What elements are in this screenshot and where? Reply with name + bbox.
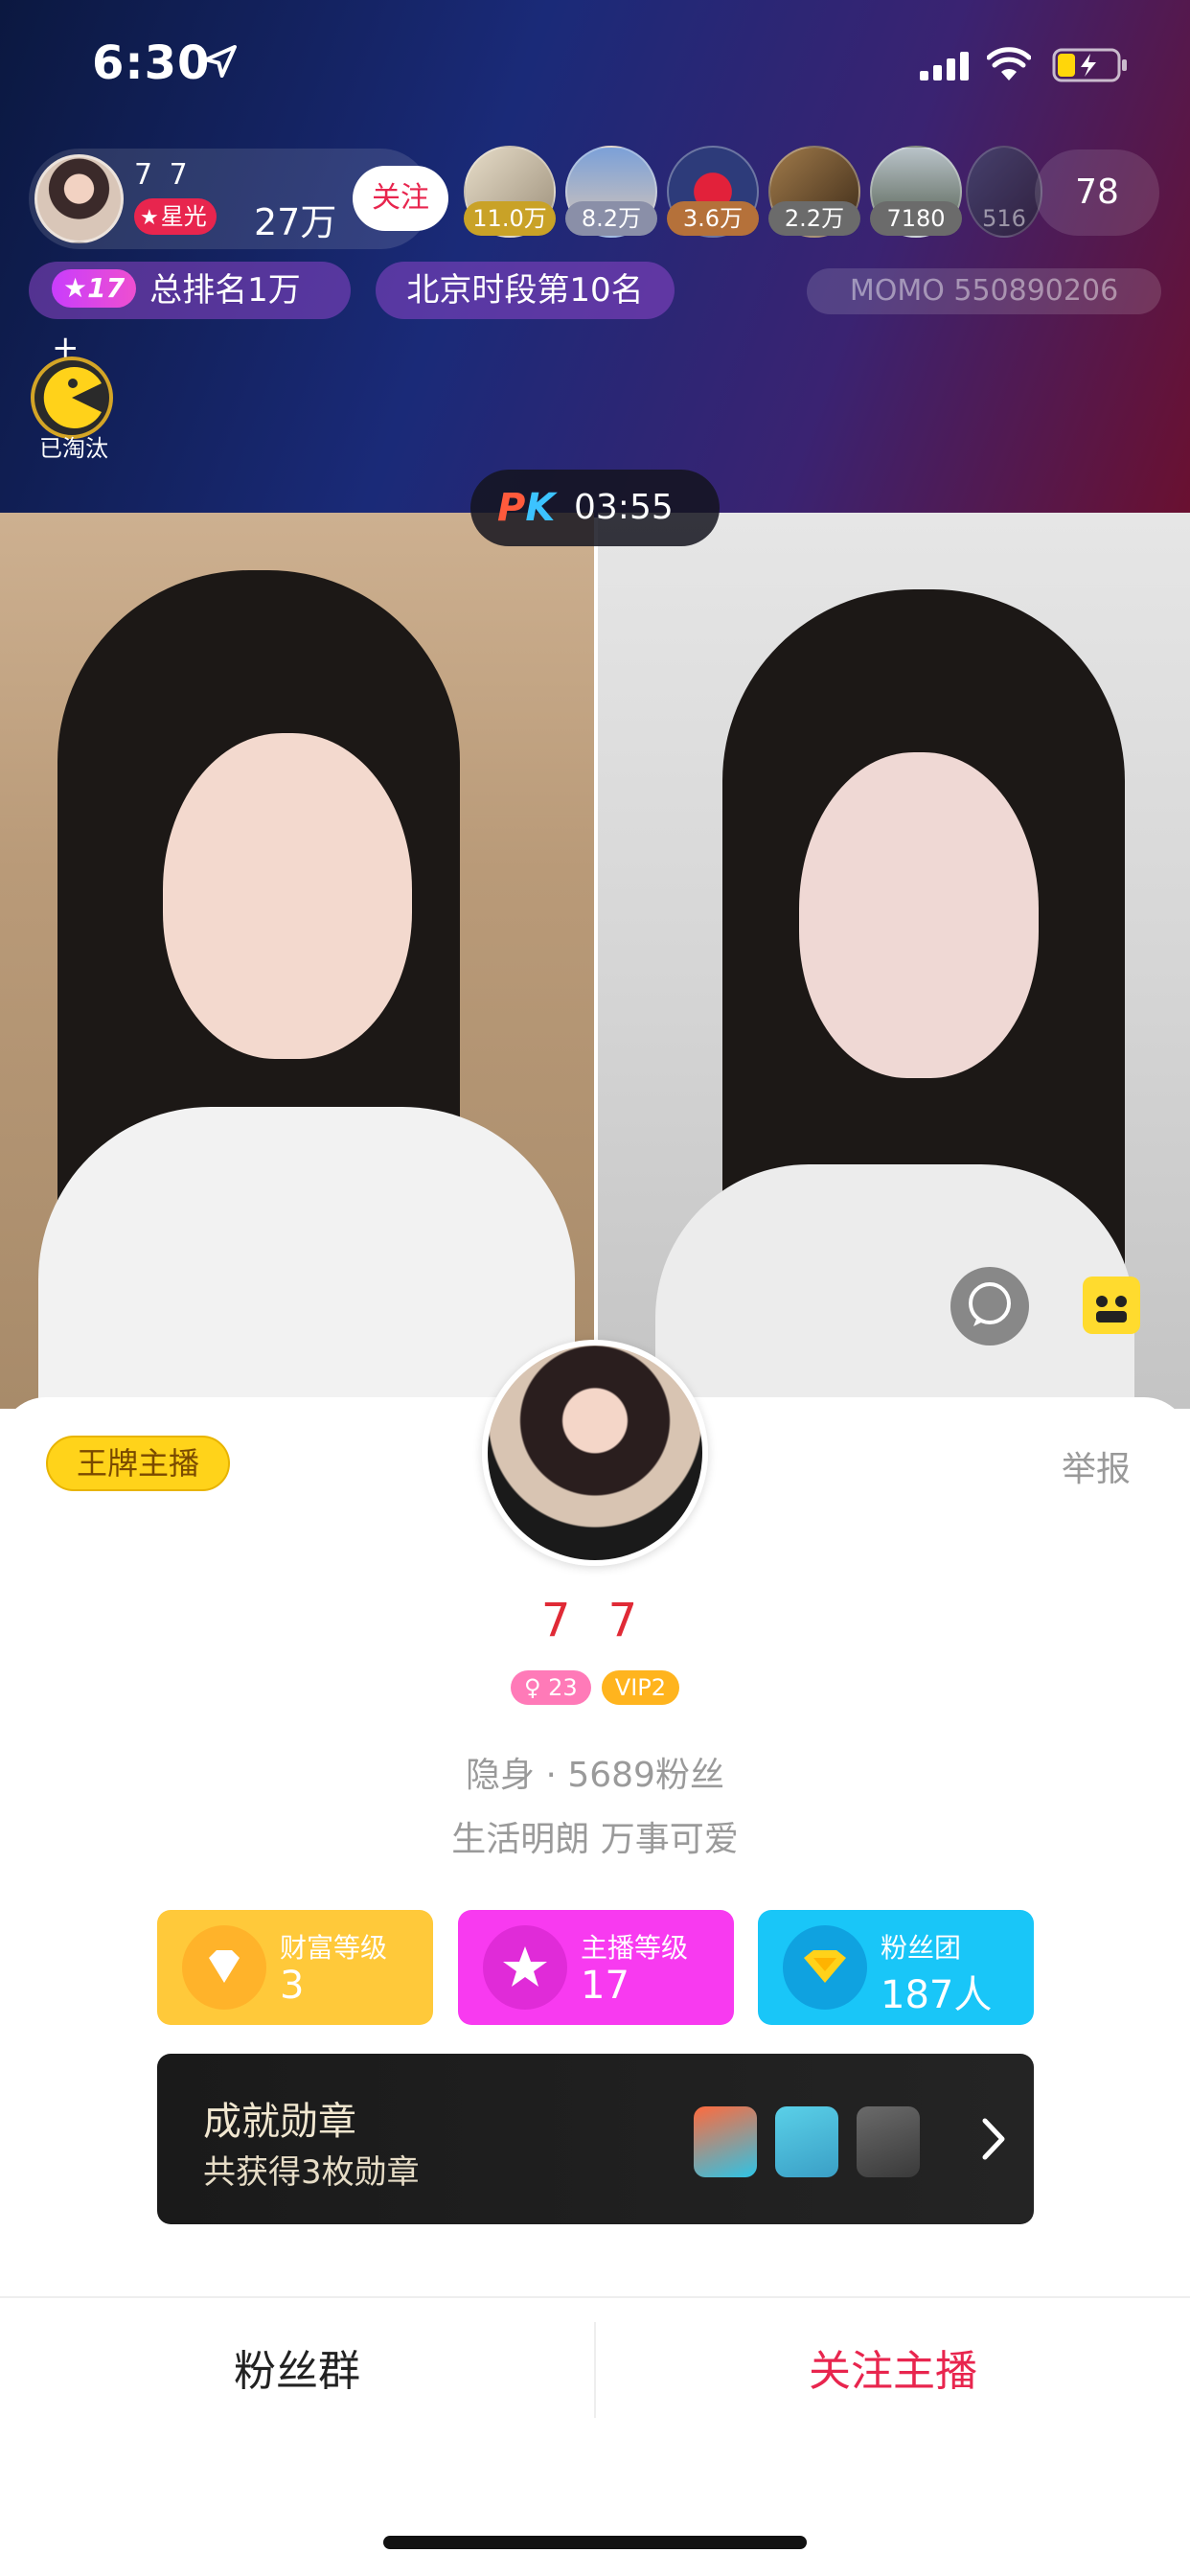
map-medal-icon [775, 2106, 838, 2177]
location-arrow-icon [204, 45, 237, 78]
rank-level: 17 [87, 272, 126, 304]
chat-bubble-icon[interactable] [950, 1267, 1029, 1346]
wifi-icon [987, 47, 1031, 80]
chevron-right-icon [982, 2118, 1005, 2160]
profile-avatar[interactable] [482, 1340, 708, 1566]
star-light-label: 星光 [160, 203, 207, 230]
eliminated-label: 已淘汰 [39, 435, 108, 462]
audience-amount: 8.2万 [565, 201, 657, 236]
host-level-card[interactable]: 主播等级 17 [458, 1910, 734, 2025]
rank-level-badge: ★17 [52, 269, 137, 308]
fan-club-value: 187人 [881, 1973, 993, 2017]
host-level-label: 主播等级 [581, 1932, 689, 1964]
fan-club-card[interactable]: 粉丝团 187人 [758, 1910, 1034, 2025]
pk-video-left[interactable] [0, 513, 594, 1409]
profile-tags: ♀ 23 VIP2 [0, 1670, 1190, 1705]
status-time: 6:30 [92, 36, 211, 90]
achievement-subtitle: 共获得3枚勋章 [203, 2153, 420, 2192]
report-link[interactable]: 举报 [1062, 1441, 1131, 1491]
star-icon [483, 1925, 567, 2010]
header-follow-button[interactable]: 关注 [353, 166, 448, 231]
anchor-name: 7 7 [134, 158, 192, 192]
location-medal-icon [694, 2106, 757, 2177]
gender-age-tag: ♀ 23 [510, 1670, 591, 1705]
home-indicator[interactable] [383, 2536, 807, 2549]
heart-gem-icon [783, 1925, 867, 2010]
profile-name: 7 7 [540, 1594, 650, 1647]
diamond-icon [182, 1925, 266, 2010]
audience-amount: 3.6万 [667, 201, 759, 236]
cellular-signal-icon [920, 52, 969, 80]
pk-timer: PK 03:55 [470, 470, 720, 546]
achievement-title: 成就勋章 [203, 2100, 356, 2144]
profile-bio: 生活明朗 万事可爱 [451, 1820, 739, 1859]
pk-logo-icon: PK [497, 486, 556, 530]
status-bar: 6:30 [0, 0, 1190, 129]
audience-amount: 516 [982, 205, 1026, 232]
age-value: 23 [548, 1674, 578, 1701]
anchor-popularity: 27万 [254, 201, 337, 243]
pk-countdown: 03:55 [574, 488, 674, 527]
anchor-card[interactable]: 7 7 ★星光 27万 关注 [29, 149, 448, 249]
vip-tag: VIP2 [601, 1670, 680, 1705]
achievement-medals-card[interactable]: 成就勋章 共获得3枚勋章 [157, 2054, 1034, 2224]
fan-club-label: 粉丝团 [881, 1932, 962, 1964]
momo-id: MOMO 550890206 [807, 268, 1161, 314]
wealth-level-value: 3 [280, 1964, 305, 2008]
profile-meta: 隐身 · 5689粉丝 [466, 1756, 724, 1795]
video-controls [891, 1265, 1140, 1361]
audience-amount: 11.0万 [464, 201, 556, 236]
eliminated-indicator: 已淘汰 [31, 356, 117, 463]
star-icon: ★ [140, 206, 159, 230]
profile-sheet: 王牌主播 举报 7 7 ♀ 23 VIP2 隐身 · 5689粉丝 生活明朗 万… [0, 1340, 1190, 2576]
divider [0, 2296, 1190, 2298]
wealth-level-card[interactable]: 财富等级 3 [157, 1910, 433, 2025]
host-level-value: 17 [581, 1964, 629, 2008]
ace-anchor-badge: 王牌主播 [46, 1436, 230, 1491]
audience-count[interactable]: 78 [1035, 150, 1159, 236]
wealth-level-label: 财富等级 [280, 1932, 388, 1964]
star-light-badge: ★星光 [134, 198, 217, 235]
gift-box-icon[interactable] [1083, 1276, 1140, 1334]
clock-medal-icon [857, 2106, 920, 2177]
fan-group-button[interactable]: 粉丝群 [0, 2336, 594, 2398]
follow-anchor-button[interactable]: 关注主播 [596, 2336, 1190, 2398]
anchor-avatar[interactable] [34, 154, 124, 243]
overall-rank-pill[interactable]: ★17 总排名1万+ [29, 262, 351, 367]
pacman-icon [31, 356, 113, 439]
audience-amount: 7180 [870, 201, 962, 236]
audience-amount: 2.2万 [768, 201, 860, 236]
battery-charging-icon [1052, 48, 1127, 82]
city-rank-pill[interactable]: 北京时段第10名 [376, 262, 675, 319]
